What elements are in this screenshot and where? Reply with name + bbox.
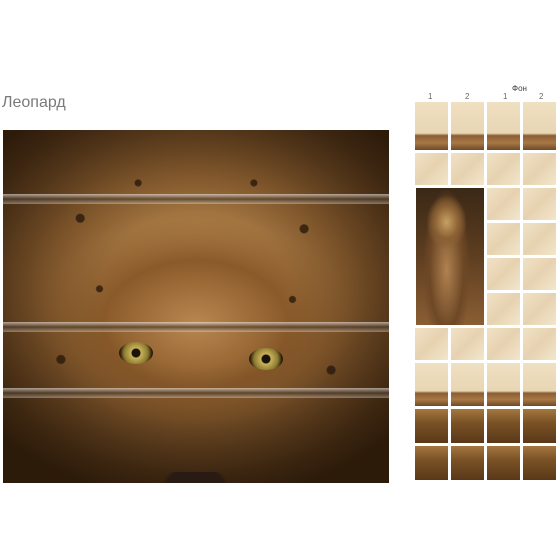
background-tile: [486, 257, 521, 291]
border-tile: [450, 101, 485, 151]
tile-joint-line: [3, 194, 389, 204]
background-tile: [486, 222, 521, 256]
background-tile: [486, 327, 521, 361]
decor-tile: [522, 408, 557, 444]
tile-joint-line: [3, 388, 389, 398]
border-tile: [522, 362, 557, 407]
background-tile: [414, 152, 449, 186]
collection-title: Леопард: [2, 94, 66, 111]
background-tile: [522, 327, 557, 361]
border-tile: [450, 362, 485, 407]
tile-layout-scheme: [414, 101, 560, 481]
background-tile: [486, 187, 521, 221]
background-tile: [450, 327, 485, 361]
decor-tile: [522, 445, 557, 481]
decor-tile: [486, 408, 521, 444]
background-tile: [450, 152, 485, 186]
decor-tile: [414, 408, 449, 444]
column-number: 1: [503, 92, 508, 101]
fon-column-label: Фон: [512, 84, 527, 93]
background-tile: [486, 292, 521, 326]
background-tile: [522, 257, 557, 291]
background-tile: [486, 152, 521, 186]
border-tile: [414, 101, 449, 151]
column-number: 2: [539, 92, 544, 101]
border-tile: [486, 362, 521, 407]
leopard-right-eye: [249, 348, 283, 370]
background-tile: [522, 152, 557, 186]
decor-tile: [450, 445, 485, 481]
background-tile: [522, 222, 557, 256]
background-tile: [414, 327, 449, 361]
leopard-fur-pattern: [3, 130, 389, 483]
border-tile: [522, 101, 557, 151]
decor-tile: [486, 445, 521, 481]
leopard-panel-photo: [3, 130, 389, 483]
column-number: 2: [465, 92, 470, 101]
border-tile: [486, 101, 521, 151]
background-tile: [522, 187, 557, 221]
column-number: 1: [428, 92, 433, 101]
border-tile: [414, 362, 449, 407]
tile-joint-line: [3, 322, 389, 332]
background-tile: [522, 292, 557, 326]
decor-tile: [450, 408, 485, 444]
decor-tile: [414, 445, 449, 481]
mini-leopard-panel: [415, 187, 485, 326]
leopard-nose: [161, 472, 229, 483]
leopard-left-eye: [119, 342, 153, 364]
